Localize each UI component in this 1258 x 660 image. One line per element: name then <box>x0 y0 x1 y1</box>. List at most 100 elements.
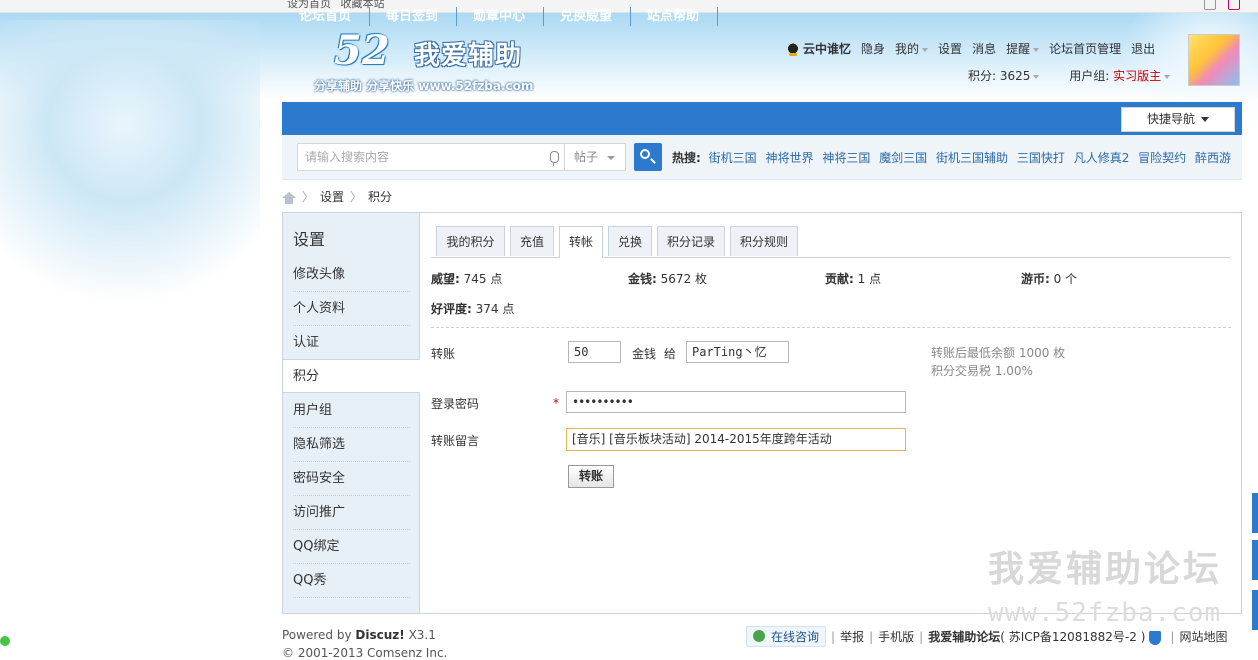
user-stats: 积分: 3625 用户组: 实习版主 <box>968 67 1171 84</box>
nav-daily-checkin[interactable]: 每日签到 <box>370 0 454 33</box>
search-button[interactable] <box>634 143 662 171</box>
logo-slogan: 分享辅助 分享快乐 www.52fzba.com <box>314 79 534 93</box>
breadcrumb-separator: 〉 <box>302 190 315 204</box>
tab-points-log[interactable]: 积分记录 <box>657 226 725 256</box>
points-text: 积分: 3625 <box>968 69 1031 83</box>
sidebar-item-points[interactable]: 积分 <box>283 359 420 393</box>
microphone-icon[interactable] <box>550 151 559 166</box>
tab-points-rules[interactable]: 积分规则 <box>730 226 798 256</box>
hot-search-item[interactable]: 三国快打 <box>1017 151 1065 165</box>
hot-search-item[interactable]: 神将世界 <box>765 151 813 165</box>
tab-my-points[interactable]: 我的积分 <box>436 226 505 256</box>
home-icon[interactable] <box>282 191 296 204</box>
shield-icon[interactable] <box>1149 630 1162 645</box>
sidebar-item-verify[interactable]: 认证 <box>293 326 410 360</box>
sidebar-item-qq-show[interactable]: QQ秀 <box>293 564 410 598</box>
stat-game-coin: 游币: 0 个 <box>1021 270 1077 287</box>
tab-underline <box>431 257 1231 258</box>
points-link[interactable]: 积分: 3625 <box>968 69 1040 83</box>
recipient-input[interactable]: ParTing丶忆 <box>686 341 789 363</box>
top-bar: 设为首页 收藏本站 <box>0 0 1258 13</box>
currency-unit: 金钱 <box>632 347 657 361</box>
close-icon[interactable] <box>1228 0 1240 10</box>
search-input[interactable]: 请输入搜索内容 <box>297 143 565 171</box>
breadcrumb-points[interactable]: 积分 <box>368 190 392 204</box>
nav-forum-home[interactable]: 论坛首页 <box>282 0 368 33</box>
hot-search-item[interactable]: 街机三国辅助 <box>936 151 1008 165</box>
section-divider <box>431 327 1231 328</box>
usergroup-link[interactable]: 用户组: 实习版主 <box>1069 69 1171 83</box>
sidebar-item-profile[interactable]: 个人资料 <box>293 292 410 326</box>
amount-input[interactable]: 50 <box>568 341 621 363</box>
powered-version: X3.1 <box>408 628 436 642</box>
hot-search-item[interactable]: 冒险契约 <box>1138 151 1186 165</box>
chevron-down-icon <box>1201 117 1209 122</box>
sidebar-item-promotion[interactable]: 访问推广 <box>293 496 410 530</box>
notifications-link[interactable]: 提醒 <box>1006 42 1040 56</box>
tab-recharge[interactable]: 充值 <box>510 226 554 256</box>
breadcrumb-separator: 〉 <box>350 190 363 204</box>
nav-medal-center[interactable]: 勋章中心 <box>457 0 541 33</box>
usergroup-value: 实习版主 <box>1113 69 1162 83</box>
online-consult-button[interactable]: 在线咨询 <box>746 626 827 647</box>
tab-exchange[interactable]: 兑换 <box>608 226 652 256</box>
tab-transfer[interactable]: 转帐 <box>559 226 603 258</box>
stat-contribution: 贡献: 1 点 <box>825 270 881 287</box>
site-name-link[interactable]: 我爱辅助论坛 <box>928 630 1000 644</box>
online-status-icon[interactable] <box>0 636 10 646</box>
invisible-link[interactable]: 隐身 <box>861 42 885 56</box>
password-field[interactable]: •••••••••• <box>566 391 906 413</box>
sidebar-item-usergroup[interactable]: 用户组 <box>293 394 410 428</box>
search-scope-value: 帖子 <box>574 150 599 164</box>
transfer-submit-button[interactable]: 转账 <box>568 465 614 488</box>
nav-site-help[interactable]: 站点帮助 <box>631 0 715 33</box>
chevron-down-icon <box>607 156 615 160</box>
mobile-link[interactable]: 手机版 <box>878 630 914 644</box>
quick-nav-label: 快捷导航 <box>1146 112 1195 126</box>
report-link[interactable]: 举报 <box>840 630 864 644</box>
my-menu-link[interactable]: 我的 <box>895 42 929 56</box>
cloud-decoration-left <box>0 20 260 320</box>
quick-nav-button[interactable]: 快捷导航 <box>1121 107 1235 132</box>
hot-search-item[interactable]: 醉西游 <box>1195 151 1231 165</box>
nav-exchange-prestige[interactable]: 兑换威望 <box>544 0 628 33</box>
stat-value: 5672 枚 <box>660 272 707 286</box>
username-link[interactable]: 云中谁忆 <box>803 42 851 56</box>
logout-link[interactable]: 退出 <box>1131 42 1155 56</box>
footer-separator: | <box>869 630 874 644</box>
message-label: 转账留言 <box>431 434 480 448</box>
hot-search-label: 热搜: <box>672 151 701 165</box>
copyright: © 2001-2013 Comsenz Inc. <box>282 646 448 660</box>
stat-value: 0 个 <box>1053 272 1078 286</box>
hot-search-item[interactable]: 神将三国 <box>822 151 870 165</box>
settings-link[interactable]: 设置 <box>938 42 962 56</box>
sidebar-item-qq-bind[interactable]: QQ绑定 <box>293 530 410 564</box>
stat-prestige: 威望: 745 点 <box>431 270 502 287</box>
avatar[interactable] <box>1188 34 1240 86</box>
hot-search-item[interactable]: 凡人修真2 <box>1074 151 1130 165</box>
side-float-tab[interactable] <box>1252 540 1258 580</box>
hot-search-item[interactable]: 街机三国 <box>709 151 757 165</box>
stat-value: 374 点 <box>475 302 515 316</box>
side-float-tab[interactable] <box>1252 493 1258 533</box>
sidebar-item-privacy[interactable]: 隐私筛选 <box>293 428 410 462</box>
chevron-down-icon <box>1164 74 1171 79</box>
sidebar-item-avatar[interactable]: 修改头像 <box>293 258 410 292</box>
hot-search-item[interactable]: 魔剑三国 <box>879 151 927 165</box>
powered-brand[interactable]: Discuz! <box>355 628 404 642</box>
logo-number: 52 <box>334 27 390 74</box>
password-label: 登录密码 <box>431 397 480 411</box>
search-scope-select[interactable]: 帖子 <box>565 143 626 171</box>
usergroup-label: 用户组: <box>1069 69 1110 83</box>
hot-search-list: 热搜: 街机三国 神将世界 神将三国 魔剑三国 街机三国辅助 三国快打 凡人修真… <box>672 149 1236 166</box>
message-input[interactable]: [音乐] [音乐板块活动] 2014-2015年度跨年活动 <box>566 428 906 451</box>
side-float-tab[interactable] <box>1252 590 1258 630</box>
sidebar-item-password[interactable]: 密码安全 <box>293 462 410 496</box>
icp-link[interactable]: ( 苏ICP备12081882号-2 ) <box>1000 630 1145 644</box>
footer-separator: | <box>919 630 924 644</box>
sitemap-link[interactable]: 网站地图 <box>1179 630 1227 644</box>
expand-icon[interactable] <box>1204 0 1216 10</box>
messages-link[interactable]: 消息 <box>972 42 996 56</box>
breadcrumb-settings[interactable]: 设置 <box>320 190 344 204</box>
forum-admin-link[interactable]: 论坛首页管理 <box>1049 42 1121 56</box>
